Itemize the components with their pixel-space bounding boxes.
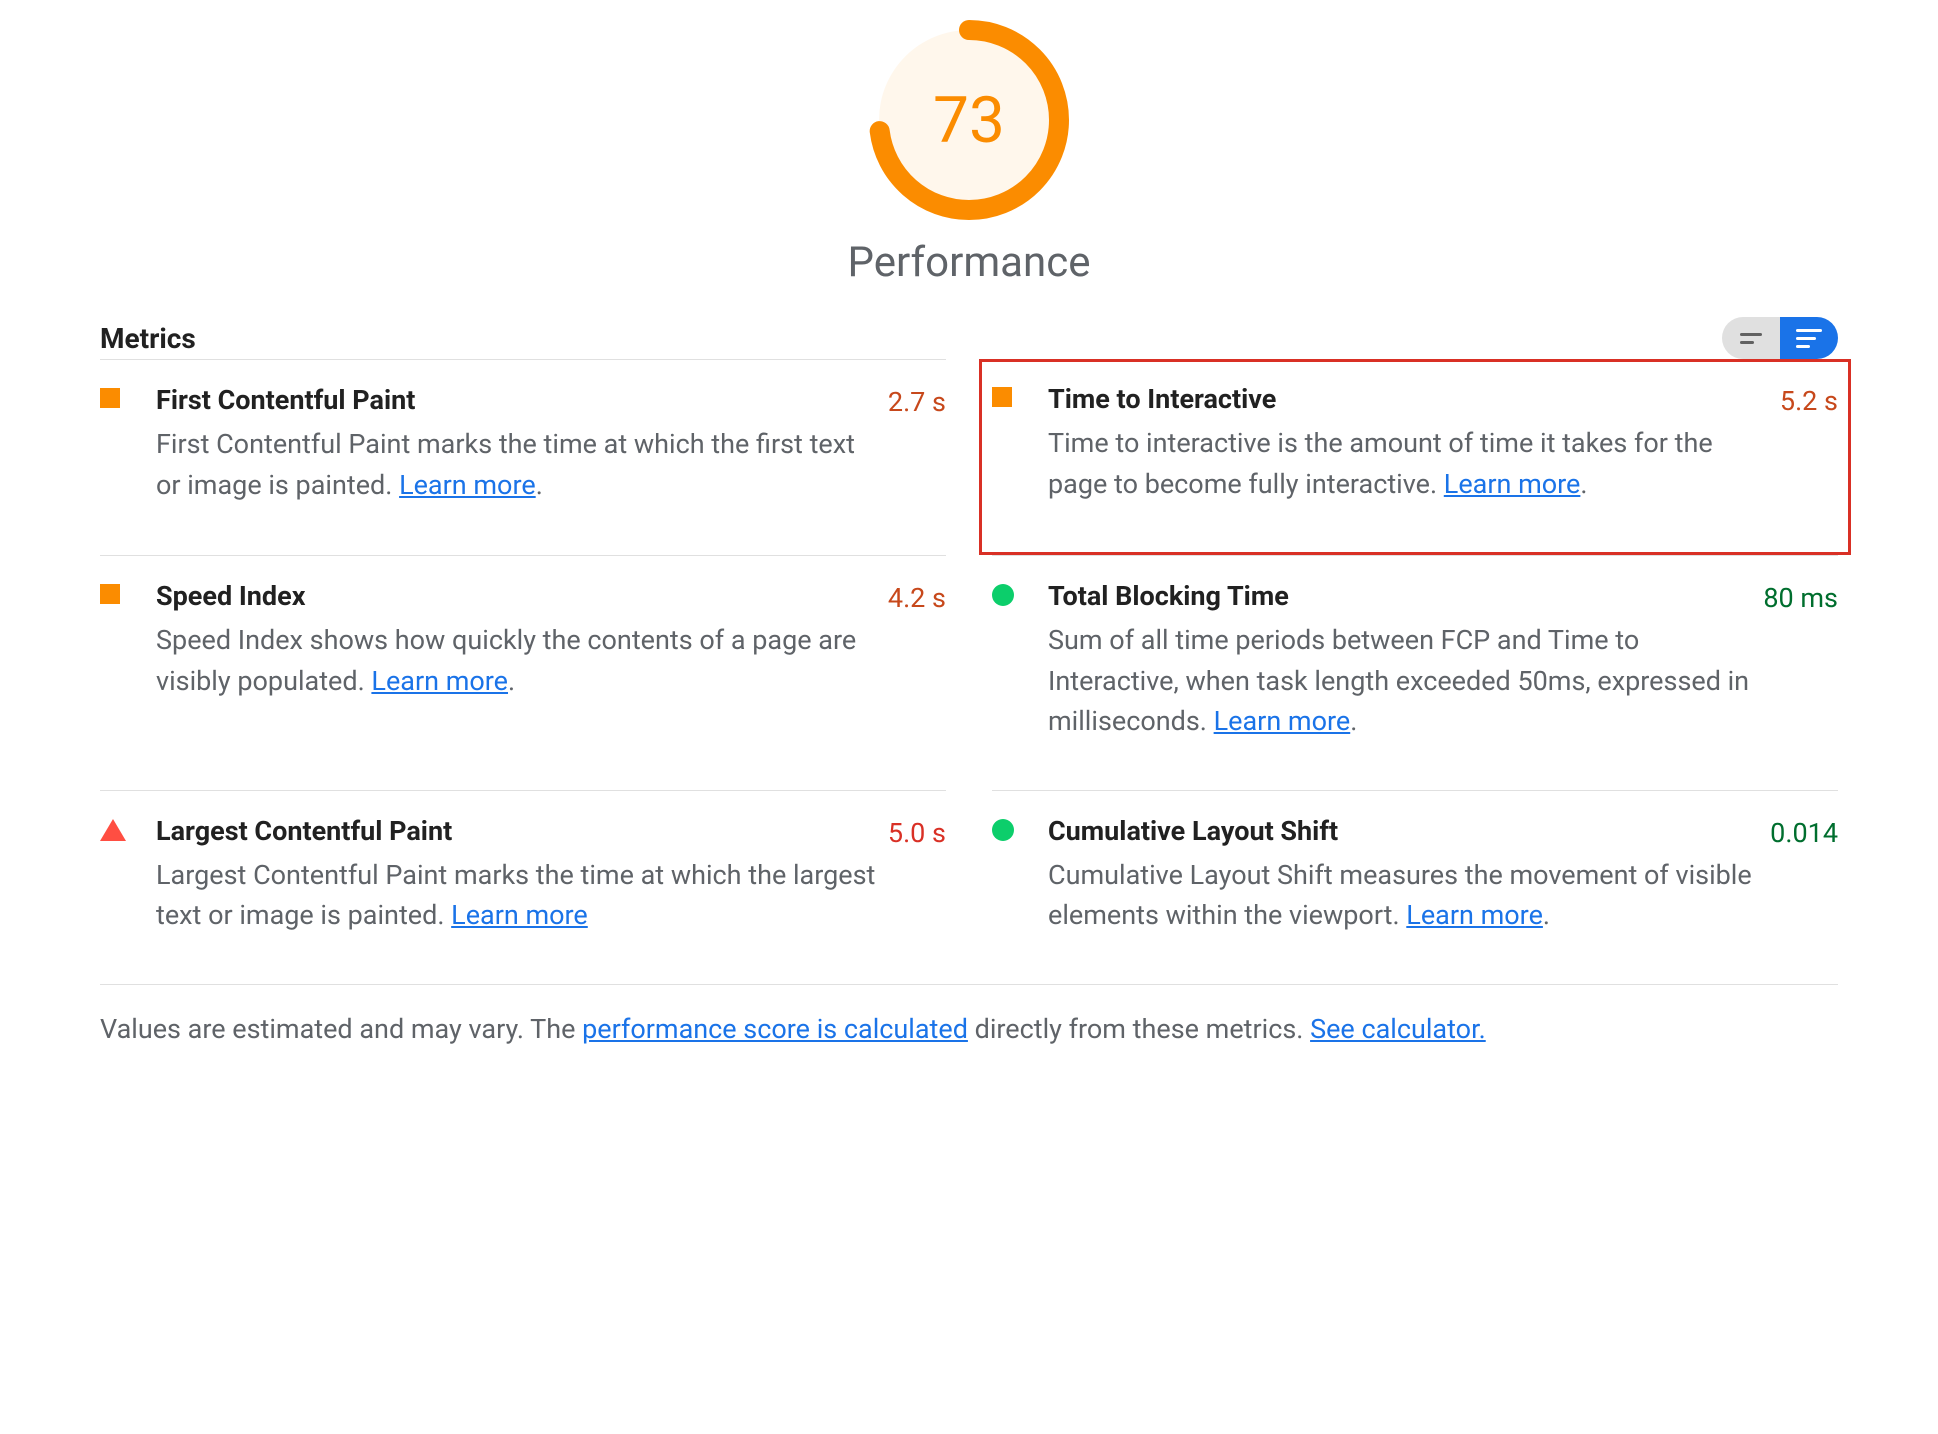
metric-tti: Time to Interactive Time to interactive i… (979, 359, 1851, 555)
metric-value: 4.2 s (888, 580, 946, 742)
metrics-heading: Metrics (100, 322, 196, 355)
metric-description: Sum of all time periods between FCP and … (1048, 620, 1751, 742)
metric-title: Time to Interactive (1048, 383, 1768, 415)
metric-value: 80 ms (1763, 580, 1838, 742)
metric-title: Largest Contentful Paint (156, 815, 876, 847)
metric-cls: Cumulative Layout Shift Cumulative Layout… (992, 790, 1838, 984)
square-orange-icon (100, 584, 120, 604)
square-orange-icon (992, 387, 1012, 407)
score-value: 73 (869, 20, 1069, 220)
circle-green-icon (992, 584, 1014, 606)
metric-si: Speed Index Speed Index shows how quickly… (100, 555, 946, 790)
footer-text: Values are estimated and may vary. The (100, 1013, 582, 1045)
view-compact-button[interactable] (1722, 317, 1780, 359)
performance-score-gauge: 73 Performance (100, 20, 1838, 287)
view-toggle[interactable] (1722, 317, 1838, 359)
metric-description-text: Cumulative Layout Shift measures the mov… (1048, 859, 1752, 932)
learn-more-link[interactable]: Learn more (399, 469, 536, 501)
square-orange-icon (100, 388, 120, 408)
metric-tbt: Total Blocking Time Sum of all time perio… (992, 555, 1838, 790)
metric-lcp: Largest Contentful Paint Largest Contentf… (100, 790, 946, 984)
score-calculation-link[interactable]: performance score is calculated (582, 1013, 968, 1045)
metric-title: First Contentful Paint (156, 384, 876, 416)
period: . (1580, 468, 1587, 500)
metric-description: First Contentful Paint marks the time at… (156, 424, 876, 505)
metric-title: Total Blocking Time (1048, 580, 1751, 612)
metric-description-text: Time to interactive is the amount of tim… (1048, 427, 1713, 500)
metric-value: 0.014 (1770, 815, 1838, 936)
metric-fcp: First Contentful Paint First Contentful P… (100, 359, 946, 555)
learn-more-link[interactable]: Learn more (371, 665, 508, 697)
footer-note: Values are estimated and may vary. The p… (100, 984, 1838, 1045)
learn-more-link[interactable]: Learn more (1444, 468, 1581, 500)
metric-title: Cumulative Layout Shift (1048, 815, 1758, 847)
learn-more-link[interactable]: Learn more (1214, 705, 1351, 737)
see-calculator-link[interactable]: See calculator. (1310, 1013, 1486, 1045)
metric-value: 2.7 s (888, 384, 946, 507)
metric-description-text: Sum of all time periods between FCP and … (1048, 624, 1749, 737)
period: . (536, 469, 543, 501)
period: . (1543, 899, 1550, 931)
learn-more-link[interactable]: Learn more (1406, 899, 1543, 931)
score-title: Performance (848, 238, 1091, 287)
period: . (1350, 705, 1357, 737)
metric-description: Speed Index shows how quickly the conten… (156, 620, 876, 701)
triangle-red-icon (100, 819, 126, 841)
metric-value: 5.0 s (888, 815, 946, 936)
learn-more-link[interactable]: Learn more (451, 899, 588, 931)
view-expanded-button[interactable] (1780, 317, 1838, 359)
footer-text: directly from these metrics. (968, 1013, 1310, 1045)
metric-description: Time to interactive is the amount of tim… (1048, 423, 1768, 504)
circle-green-icon (992, 819, 1014, 841)
metric-value: 5.2 s (1780, 383, 1838, 504)
metric-title: Speed Index (156, 580, 876, 612)
period: . (508, 665, 515, 697)
metric-description: Largest Contentful Paint marks the time … (156, 855, 876, 936)
metric-description: Cumulative Layout Shift measures the mov… (1048, 855, 1758, 936)
